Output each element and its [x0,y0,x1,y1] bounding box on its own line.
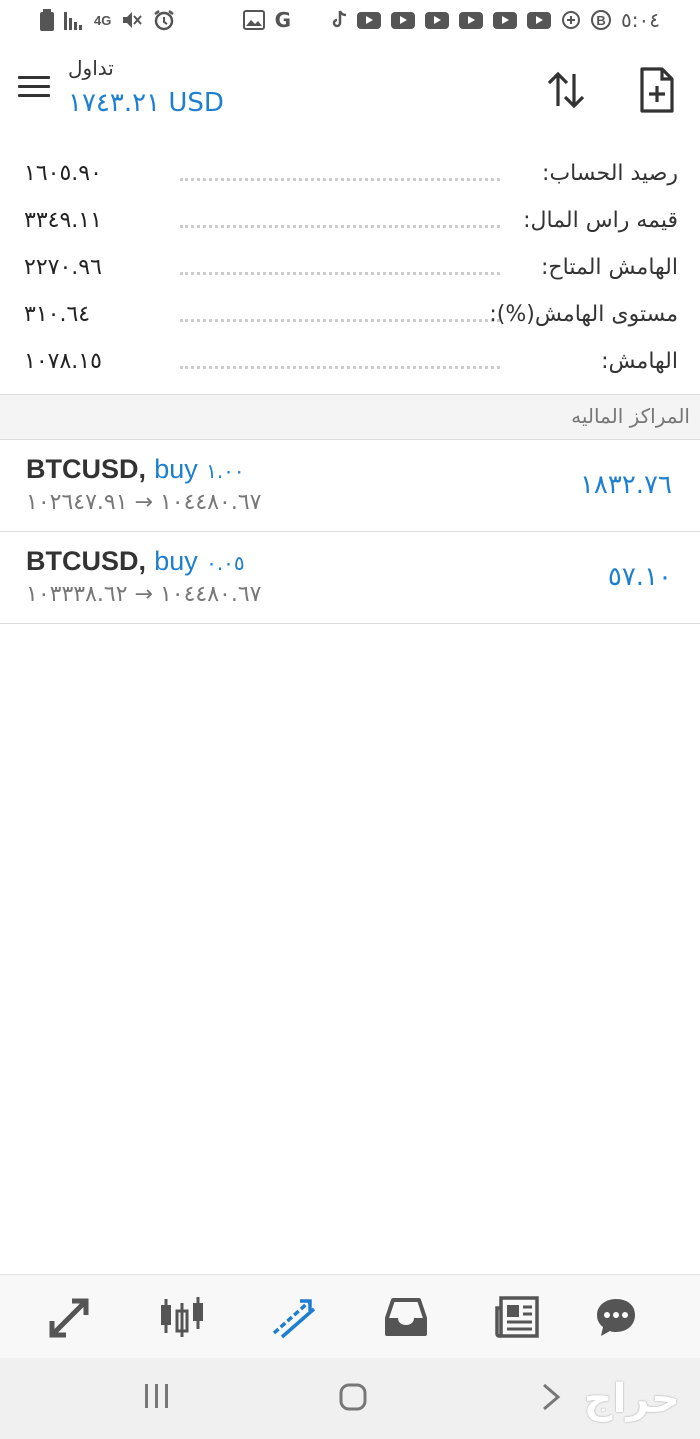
status-left: 4G [40,9,175,31]
trade-chart-icon[interactable] [270,1293,318,1341]
b-badge-icon: B [591,10,612,30]
status-bar: 4G G B ٥:٠٤ [0,0,700,40]
summary-value: ١٦٠٥.٩٠ [24,161,102,186]
position-symbol: BTCUSD, [26,454,146,484]
summary-value: ١٠٧٨.١٥ [24,349,102,374]
new-order-icon[interactable] [634,66,678,114]
position-row[interactable]: BTCUSD, buy ١.٠٠ ١٠٤٤٨٠.٦٧ → ١٠٢٦٤٧.٩١ ١… [0,440,700,532]
positions-list: BTCUSD, buy ١.٠٠ ١٠٤٤٨٠.٦٧ → ١٠٢٦٤٧.٩١ ١… [0,440,700,624]
youtube-icon [357,11,382,29]
trade-arrows-icon[interactable] [46,1293,94,1341]
hamburger-menu-icon[interactable] [18,76,50,100]
dotted-leader [180,178,500,181]
position-header: BTCUSD, buy ١.٠٠ [26,454,245,485]
position-prices: ١٠٤٤٨٠.٦٧ → ١٠٢٦٤٧.٩١ [26,490,262,515]
position-profit: ١٨٣٢.٧٦ [579,470,672,500]
network-type-label: 4G [94,12,112,28]
position-header: BTCUSD, buy ٠.٠٥ [26,546,245,577]
positions-section-header: المراكز الماليه [0,394,700,440]
system-navigation-bar: حراج [0,1358,700,1439]
summary-label: الهامش المتاح: [541,255,678,280]
dotted-leader [180,272,500,275]
summary-row-balance: ١٦٠٥.٩٠ رصيد الحساب: [0,150,700,197]
position-row[interactable]: BTCUSD, buy ٠.٠٥ ١٠٤٤٨٠.٦٧ → ١٠٣٣٣٨.٦٢ ٥… [0,532,700,624]
position-volume: ١.٠٠ [206,459,245,483]
alarm-icon [153,9,175,31]
summary-label: مستوى الهامش(%): [489,302,678,327]
position-profit: ٥٧.١٠ [607,562,672,592]
mute-icon [121,10,143,30]
summary-row-margin: ١٠٧٨.١٥ الهامش: [0,338,700,385]
gallery-icon [242,10,265,30]
google-icon: G [274,8,292,32]
summary-label: قيمه راس المال: [523,208,678,233]
position-symbol: BTCUSD, [26,546,146,576]
chat-icon[interactable] [592,1293,640,1341]
b-badge-label: B [596,12,606,28]
home-icon[interactable] [338,1382,368,1417]
summary-value: ٣٣٤٩.١١ [24,208,102,233]
dotted-leader [180,366,500,369]
summary-label: رصيد الحساب: [542,161,678,186]
trade-screen: 4G G B ٥:٠٤ تداول ١٧٤٣.٢١ USD ١٦٠٥.٩٠ رص… [0,0,700,1439]
clock: ٥:٠٤ [621,8,660,32]
summary-value: ٢٢٧٠.٩٦ [24,255,102,280]
sort-icon[interactable] [544,70,588,110]
signal-icon [64,10,84,30]
back-icon[interactable] [540,1382,562,1417]
dotted-leader [180,319,500,322]
candlestick-icon[interactable] [158,1293,206,1341]
account-balance: ١٧٤٣.٢١ USD [68,88,224,118]
inbox-icon[interactable] [382,1293,430,1341]
bottom-navigation [0,1274,700,1358]
news-icon[interactable] [494,1293,542,1341]
position-side: buy [154,454,198,484]
youtube-icon [425,11,450,29]
position-side: buy [154,546,198,576]
plus-circle-icon [561,10,581,30]
recent-apps-icon[interactable] [144,1382,170,1415]
position-volume: ٠.٠٥ [206,551,245,575]
youtube-icon [493,11,518,29]
tiktok-icon [331,10,347,30]
watermark-logo: حراج [583,1376,680,1422]
battery-icon [40,9,54,31]
youtube-icon [527,11,552,29]
position-prices: ١٠٤٤٨٠.٦٧ → ١٠٣٣٣٨.٦٢ [26,582,262,607]
account-summary: ١٦٠٥.٩٠ رصيد الحساب: ٣٣٤٩.١١ قيمه راس ال… [0,150,700,385]
dotted-leader [180,225,500,228]
summary-row-free-margin: ٢٢٧٠.٩٦ الهامش المتاح: [0,244,700,291]
youtube-icon [391,11,416,29]
summary-row-equity: ٣٣٤٩.١١ قيمه راس المال: [0,197,700,244]
summary-value: ٣١٠.٦٤ [24,302,91,327]
page-title: تداول [68,56,114,80]
youtube-icon [459,11,484,29]
summary-row-margin-level: ٣١٠.٦٤ مستوى الهامش(%): [0,291,700,338]
section-title: المراكز الماليه [571,404,690,428]
app-header: تداول ١٧٤٣.٢١ USD [0,50,700,130]
status-right: G B ٥:٠٤ [242,8,660,32]
summary-label: الهامش: [601,349,678,374]
